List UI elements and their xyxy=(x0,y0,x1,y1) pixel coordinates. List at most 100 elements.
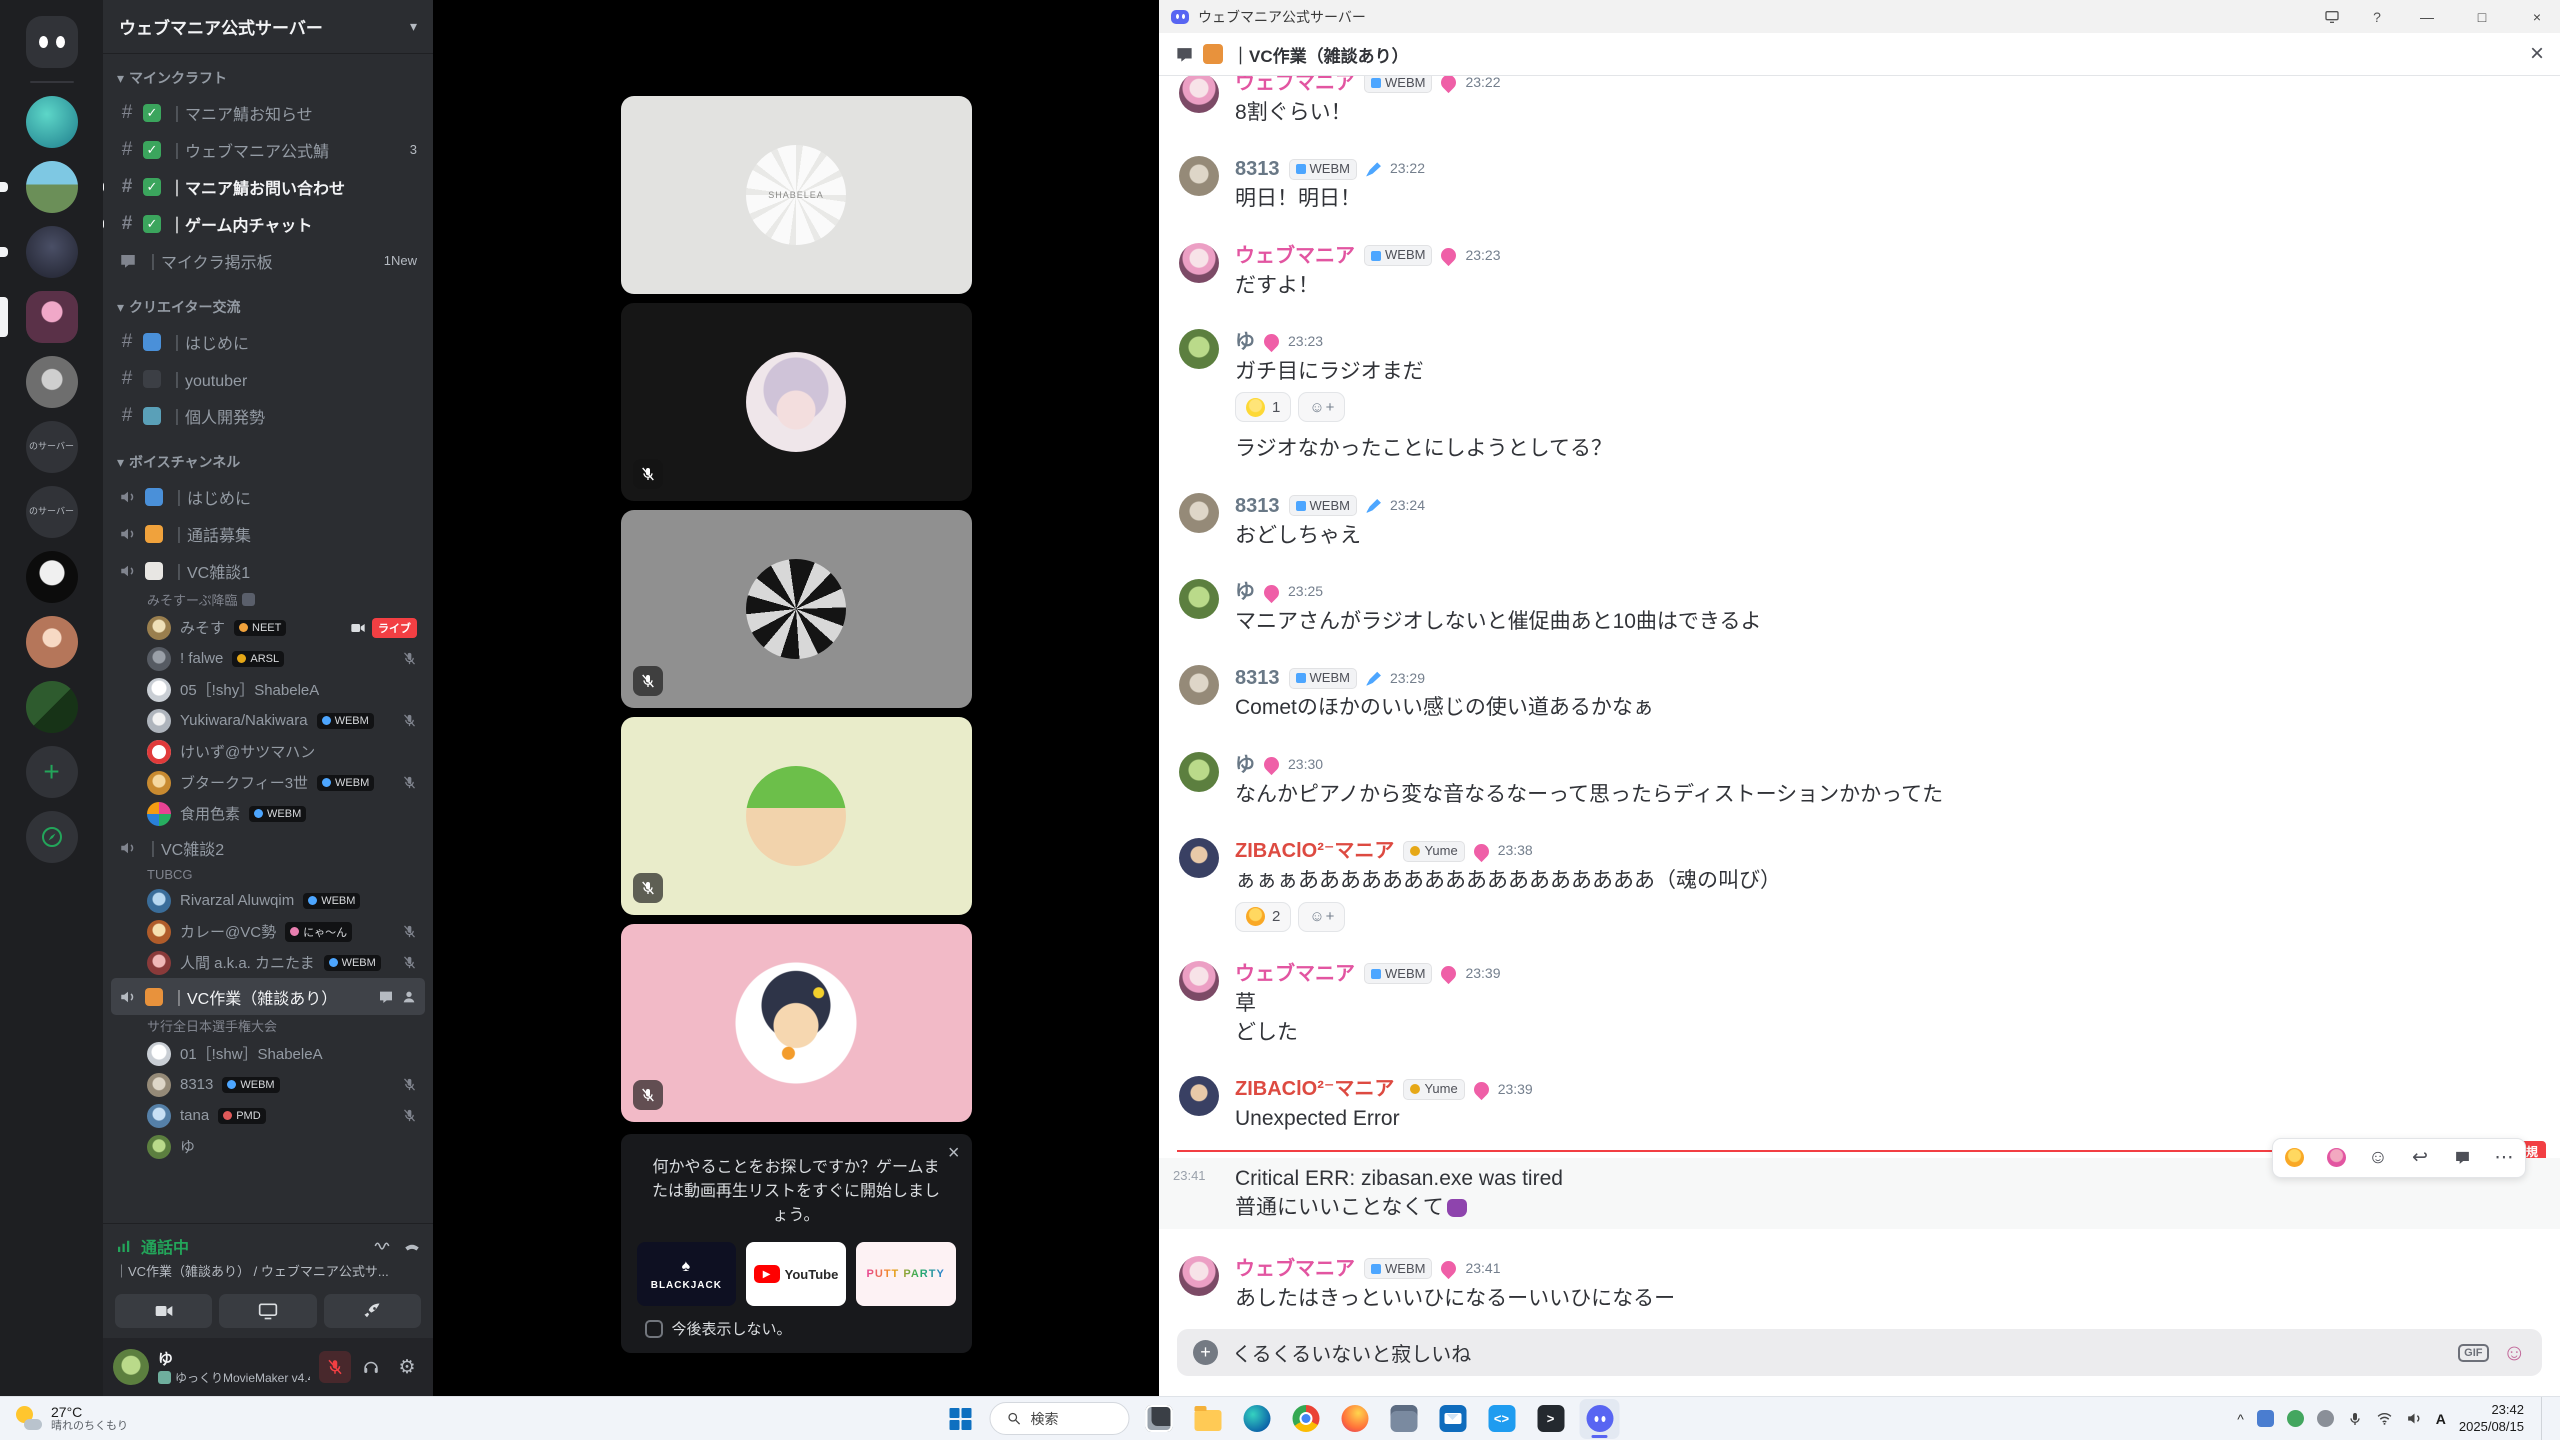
voice-member-ningen[interactable]: 人間 a.k.a. カニたま WEBM xyxy=(111,947,425,978)
voice-member-yukiwara[interactable]: Yukiwara/Nakiwara WEBM xyxy=(111,705,425,736)
voice-member-butterfee[interactable]: ブタークフィー3世 WEBM xyxy=(111,767,425,798)
avatar[interactable] xyxy=(1179,665,1219,705)
video-tile-2[interactable] xyxy=(621,303,972,501)
voice-channel-vc-zatsudan1[interactable]: ｜VC雑談1 xyxy=(111,552,425,589)
voice-member-8313[interactable]: 8313 WEBM xyxy=(111,1069,425,1100)
channel-ingame-chat[interactable]: # ✓ ｜ゲーム内チャット xyxy=(111,205,425,242)
weather-widget[interactable]: 27°C 晴れのちくもり xyxy=(14,1404,128,1433)
avatar[interactable] xyxy=(1179,961,1219,1001)
start-button[interactable] xyxy=(941,1399,981,1439)
discord-taskbar-button[interactable] xyxy=(1580,1399,1620,1439)
add-reaction-button[interactable]: ☺ xyxy=(2357,1139,2399,1177)
hidden-icons-chevron[interactable]: ^ xyxy=(2237,1411,2244,1427)
server-icon[interactable] xyxy=(26,161,78,213)
username[interactable]: ゆ xyxy=(1235,751,1255,779)
category-minecraft[interactable]: ▾ マインクラフト xyxy=(111,64,425,94)
screen-share-button[interactable] xyxy=(219,1294,316,1328)
avatar[interactable] xyxy=(1179,579,1219,619)
voice-channel-hajimeni[interactable]: ｜はじめに xyxy=(111,478,425,515)
minimize-button[interactable]: — xyxy=(2404,0,2450,33)
checkbox[interactable] xyxy=(645,1320,663,1338)
mic-tray-icon[interactable] xyxy=(2347,1411,2363,1427)
avatar[interactable] xyxy=(1179,1256,1219,1296)
reaction-trophy[interactable]: 2 xyxy=(1235,902,1291,932)
user-avatar[interactable] xyxy=(113,1349,149,1385)
category-voice[interactable]: ▾ ボイスチャンネル xyxy=(111,434,425,478)
reaction-grin[interactable]: 1 xyxy=(1235,392,1291,422)
ime-indicator[interactable]: A xyxy=(2436,1411,2446,1427)
video-tile-5[interactable] xyxy=(621,924,972,1122)
voice-channel-path[interactable]: ｜VC作業（雑談あり） / ウェブマニア公式サ... xyxy=(115,1261,421,1280)
voice-member-tana[interactable]: tana PMD xyxy=(111,1100,425,1131)
server-icon-text[interactable]: のサーバー xyxy=(26,486,78,538)
username[interactable]: ZIBAClO²⁻マニア xyxy=(1235,837,1394,865)
voice-member-curry[interactable]: カレー@VC勢 にゃ〜ん xyxy=(111,916,425,947)
emoji-picker-button[interactable]: ☺ xyxy=(2503,1339,2526,1366)
video-tile-4[interactable] xyxy=(621,717,972,915)
voice-member-misosu[interactable]: みそす NEET ライブ xyxy=(111,612,425,643)
activity-card-youtube[interactable]: ▶ YouTube xyxy=(746,1242,846,1306)
channel-indie-dev[interactable]: # ｜個人開発勢 xyxy=(111,397,425,434)
avatar[interactable] xyxy=(1179,838,1219,878)
task-view-button[interactable] xyxy=(1139,1399,1179,1439)
channel-official[interactable]: # ✓ ｜ウェブマニア公式鯖 3 xyxy=(111,131,425,168)
username[interactable]: ウェブマニア xyxy=(1235,960,1355,988)
discord-home-button[interactable] xyxy=(26,16,78,68)
edge-button[interactable] xyxy=(1237,1399,1277,1439)
tray-icon[interactable] xyxy=(2257,1410,2274,1427)
voice-member-shokuyou[interactable]: 食用色素 WEBM xyxy=(111,798,425,829)
channel-mania-news[interactable]: # ✓ ｜マニア鯖お知らせ xyxy=(111,94,425,131)
voice-member-01shabelea[interactable]: 01［!shw］ShabeleA xyxy=(111,1038,425,1069)
more-actions-button[interactable]: ⋯ xyxy=(2483,1139,2525,1177)
server-icon-selected[interactable] xyxy=(26,291,78,343)
deafen-button[interactable] xyxy=(355,1351,387,1383)
server-icon-text[interactable]: のサーバー xyxy=(26,421,78,473)
reply-button[interactable]: ↩ xyxy=(2399,1139,2441,1177)
username[interactable]: ウェブマニア xyxy=(1235,242,1355,270)
add-reaction-button[interactable]: ☺+ xyxy=(1298,392,1345,422)
channel-minecraft-forum[interactable]: ｜マイクラ掲示板 1New xyxy=(111,242,425,279)
voice-member-keizu[interactable]: けいず@サツマハン xyxy=(111,736,425,767)
wifi-icon[interactable] xyxy=(2376,1410,2393,1427)
mic-mute-button[interactable] xyxy=(319,1351,351,1383)
voice-member-yu[interactable]: ゆ xyxy=(111,1131,425,1162)
firefox-button[interactable] xyxy=(1335,1399,1375,1439)
avatar[interactable] xyxy=(1179,329,1219,369)
voice-member-falwe[interactable]: ! falwe ARSL xyxy=(111,643,425,674)
maximize-button[interactable]: □ xyxy=(2459,0,2505,33)
avatar[interactable] xyxy=(1179,493,1219,533)
username[interactable]: ウェブマニア xyxy=(1235,76,1355,97)
tray-icon[interactable] xyxy=(2287,1410,2304,1427)
server-icon[interactable] xyxy=(26,226,78,278)
vscode-button[interactable]: <> xyxy=(1482,1399,1522,1439)
server-header[interactable]: ウェブマニア公式サーバー ▾ xyxy=(103,0,433,54)
taskbar-clock[interactable]: 23:42 2025/08/15 xyxy=(2459,1402,2524,1435)
noise-suppression-icon[interactable] xyxy=(373,1237,391,1255)
disconnect-call-icon[interactable] xyxy=(403,1237,421,1255)
cast-screen-icon[interactable] xyxy=(2314,0,2350,33)
camera-button[interactable] xyxy=(115,1294,212,1328)
settings-app-button[interactable] xyxy=(1384,1399,1424,1439)
server-icon[interactable] xyxy=(26,96,78,148)
username[interactable]: 8313 xyxy=(1235,155,1280,183)
username[interactable]: ゆ xyxy=(1235,578,1255,606)
message-input[interactable] xyxy=(1232,1341,2444,1364)
tray-icon[interactable] xyxy=(2317,1410,2334,1427)
file-explorer-button[interactable] xyxy=(1188,1399,1228,1439)
voice-channel-vc-zatsudan2[interactable]: ｜VC雑談2 xyxy=(111,829,425,866)
avatar[interactable] xyxy=(1179,752,1219,792)
voice-member-05shabelea[interactable]: 05［!shy］ShabeleA xyxy=(111,674,425,705)
avatar[interactable] xyxy=(1179,76,1219,113)
video-tile-shabelea[interactable]: SHABELEA xyxy=(621,96,972,294)
attach-button[interactable]: + xyxy=(1193,1340,1218,1365)
open-chat-icon[interactable] xyxy=(378,989,394,1005)
event-person-icon[interactable] xyxy=(401,989,417,1005)
quick-reaction-1-button[interactable] xyxy=(2273,1139,2315,1177)
gif-button[interactable]: GIF xyxy=(2458,1344,2488,1362)
channel-inquiry[interactable]: # ✓ ｜マニア鯖お問い合わせ xyxy=(111,168,425,205)
activities-button[interactable] xyxy=(324,1294,421,1328)
volume-icon[interactable] xyxy=(2406,1410,2423,1427)
avatar[interactable] xyxy=(1179,1076,1219,1116)
channel-youtuber[interactable]: # ｜youtuber xyxy=(111,360,425,397)
voice-channel-call-recruit[interactable]: ｜通話募集 xyxy=(111,515,425,552)
